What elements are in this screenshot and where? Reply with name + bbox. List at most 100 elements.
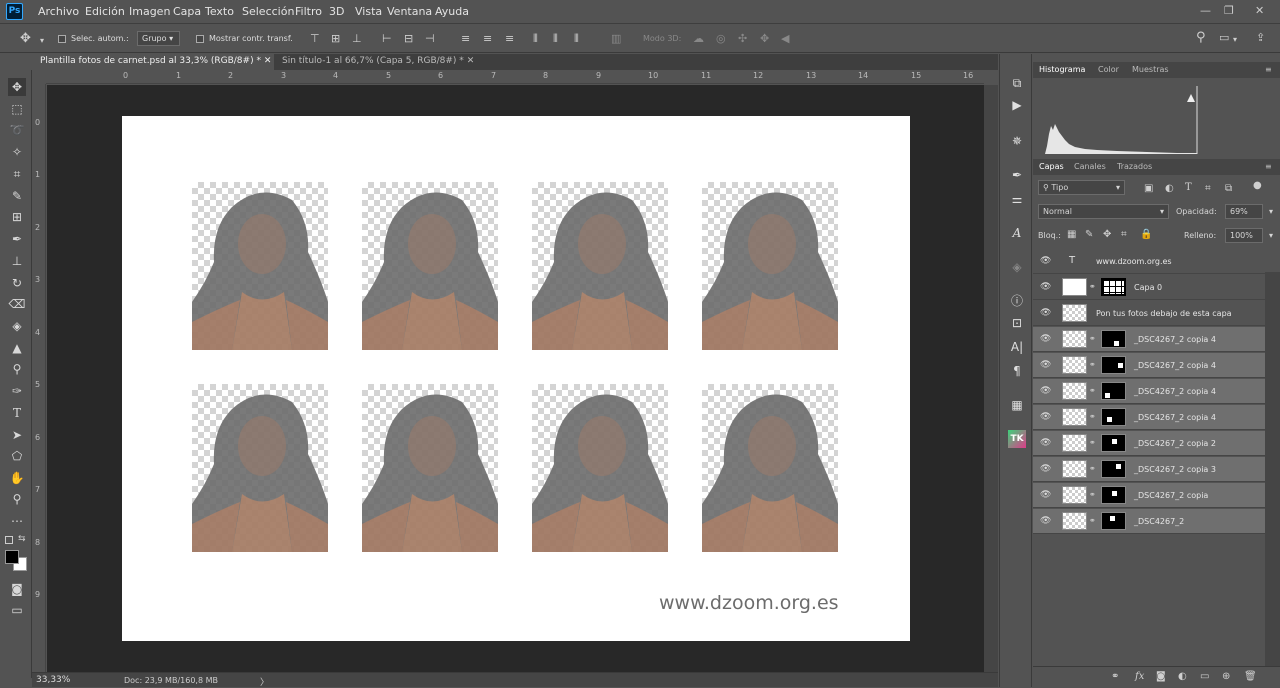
menu-imagen[interactable]: Imagen [129, 5, 170, 18]
glyphs-panel-icon[interactable]: A [1008, 224, 1026, 242]
close-button[interactable]: ✕ [1255, 4, 1264, 17]
blur-tool-icon[interactable]: ▲ [8, 339, 26, 357]
tab-plantilla[interactable]: Plantilla fotos de carnet.psd al 33,3% (… [32, 54, 274, 70]
close-icon[interactable]: ✕ [264, 56, 272, 66]
align-vcenter-icon[interactable]: ⊞ [331, 33, 340, 44]
tab-trazados[interactable]: Trazados [1117, 162, 1152, 171]
search-icon[interactable]: ⚲ [1196, 31, 1206, 44]
warning-triangle-icon[interactable] [1187, 94, 1195, 102]
workspace-icon[interactable]: ▭ [1219, 32, 1229, 43]
paragraph-panel-icon[interactable]: ¶ [1008, 362, 1026, 380]
tk-plugin-icon[interactable]: TK [1008, 430, 1026, 448]
libraries-panel-icon[interactable]: ▦ [1008, 396, 1026, 414]
menu-ayuda[interactable]: Ayuda [435, 5, 469, 18]
visibility-eye-icon[interactable]: 👁 [1040, 464, 1051, 474]
layer-row[interactable]: 👁 ⚭ _DSC4267_2 [1033, 509, 1265, 534]
zoom-level[interactable]: 33,33% [36, 675, 70, 685]
move-tool-icon[interactable]: ✥ [8, 78, 26, 96]
character-panel-icon[interactable]: A| [1008, 338, 1026, 356]
filter-type-icon[interactable]: T [1185, 182, 1192, 193]
3d-panel-icon[interactable]: ◈ [1008, 258, 1026, 276]
filter-smart-object-icon[interactable]: ⧉ [1225, 183, 1232, 194]
menu-edicion[interactable]: Edición [85, 5, 125, 18]
chain-link-icon[interactable]: ⚭ [1089, 386, 1096, 395]
chevron-down-icon[interactable]: ▾ [40, 35, 44, 46]
layer-row[interactable]: 👁 ⚭ _DSC4267_2 copia 3 [1033, 457, 1265, 482]
distribute-top-icon[interactable]: ≡ [461, 33, 470, 44]
lock-position-icon[interactable]: ✥ [1103, 229, 1111, 240]
tab-muestras[interactable]: Muestras [1132, 65, 1169, 74]
lock-transparency-icon[interactable]: ▦ [1067, 229, 1076, 240]
align-left-icon[interactable]: ⊢ [382, 33, 392, 44]
pen-tool-icon[interactable]: ✑ [8, 382, 26, 400]
new-group-icon[interactable]: ▭ [1200, 671, 1209, 682]
stamp-tool-icon[interactable]: ⊥ [8, 252, 26, 270]
more-tools-icon[interactable]: ⋯ [8, 512, 26, 530]
menu-vista[interactable]: Vista [355, 5, 382, 18]
status-menu-arrow[interactable]: 〉 [260, 675, 269, 688]
visibility-eye-icon[interactable]: 👁 [1040, 516, 1051, 526]
layer-row[interactable]: 👁 ⚭ _DSC4267_2 copia [1033, 483, 1265, 508]
compass-panel-icon[interactable]: ✵ [1008, 132, 1026, 150]
lock-artboard-icon[interactable]: ⌗ [1121, 229, 1127, 240]
visibility-eye-icon[interactable]: 👁 [1040, 282, 1051, 292]
fill-input[interactable]: 100% ▾ [1225, 228, 1273, 243]
link-layers-icon[interactable]: ⚭ [1111, 671, 1119, 682]
eraser-tool-icon[interactable]: ⌫ [8, 295, 26, 313]
type-tool-icon[interactable]: T [8, 404, 26, 422]
quick-mask-icon[interactable]: ◙ [8, 580, 26, 598]
visibility-eye-icon[interactable]: 👁 [1040, 308, 1051, 318]
swap-colors-icon[interactable]: ⇆ [18, 534, 26, 544]
lock-image-icon[interactable]: ✎ [1085, 229, 1093, 240]
visibility-eye-icon[interactable]: 👁 [1040, 256, 1051, 266]
visibility-eye-icon[interactable]: 👁 [1040, 438, 1051, 448]
filter-adjustment-icon[interactable]: ◐ [1165, 183, 1174, 194]
distribute-right-icon[interactable]: ⦀ [574, 33, 579, 44]
layers-scrollbar[interactable] [1265, 272, 1280, 666]
properties-panel-icon[interactable]: ⊡ [1008, 314, 1026, 332]
menu-archivo[interactable]: Archivo [38, 5, 79, 18]
chain-link-icon[interactable]: ⚭ [1089, 412, 1096, 421]
layer-row[interactable]: 👁 Twww.dzoom.org.es [1033, 249, 1265, 274]
paint-bucket-tool-icon[interactable]: ◈ [8, 317, 26, 335]
auto-select-checkbox[interactable] [58, 35, 66, 43]
align-bottom-icon[interactable]: ⊥ [352, 33, 362, 44]
hand-tool-icon[interactable]: ✋ [8, 469, 26, 487]
history-brush-tool-icon[interactable]: ↻ [8, 274, 26, 292]
tab-capas[interactable]: Capas [1039, 162, 1064, 171]
canvas-vertical-scrollbar[interactable] [984, 85, 998, 672]
layer-row[interactable]: 👁 ⚭ _DSC4267_2 copia 4 [1033, 405, 1265, 430]
share-icon[interactable]: ⇪ [1256, 32, 1265, 43]
tab-color[interactable]: Color [1098, 65, 1119, 74]
visibility-eye-icon[interactable]: 👁 [1040, 412, 1051, 422]
menu-texto[interactable]: Texto [205, 5, 234, 18]
delete-layer-icon[interactable]: 🗑 [1244, 671, 1257, 682]
layer-row[interactable]: 👁 ⚭ _DSC4267_2 copia 4 [1033, 327, 1265, 352]
chevron-down-icon[interactable]: ▾ [1233, 34, 1237, 45]
menu-ventana[interactable]: Ventana [387, 5, 432, 18]
layer-row[interactable]: 👁 ⚭ _DSC4267_2 copia 4 [1033, 353, 1265, 378]
align-right-icon[interactable]: ⊣ [425, 33, 435, 44]
adjustment-layer-icon[interactable]: ◐ [1178, 671, 1187, 682]
distribute-left-icon[interactable]: ⦀ [533, 33, 538, 44]
close-icon[interactable]: ✕ [467, 56, 475, 66]
tab-histograma[interactable]: Histograma [1039, 65, 1085, 74]
history-panel-icon[interactable]: ⧉ [1008, 74, 1026, 92]
menu-3d[interactable]: 3D [329, 5, 344, 18]
visibility-eye-icon[interactable]: 👁 [1040, 360, 1051, 370]
screen-mode-icon[interactable]: ▭ [8, 601, 26, 619]
chain-link-icon[interactable]: ⚭ [1089, 334, 1096, 343]
tab-canales[interactable]: Canales [1074, 162, 1106, 171]
align-top-icon[interactable]: ⊤ [310, 33, 320, 44]
filter-pixel-icon[interactable]: ▣ [1144, 183, 1153, 194]
slide-3d-icon[interactable]: ✥ [760, 33, 769, 44]
adjustments-icon[interactable]: ⚌ [1008, 190, 1026, 208]
dodge-tool-icon[interactable]: ⚲ [8, 360, 26, 378]
eyedropper-tool-icon[interactable]: ✎ [8, 187, 26, 205]
crop-tool-icon[interactable]: ⌗ [8, 165, 26, 183]
show-transform-checkbox[interactable] [196, 35, 204, 43]
chain-link-icon[interactable]: ⚭ [1089, 516, 1096, 525]
panel-menu-icon[interactable]: ≡ [1265, 65, 1272, 74]
opacity-input[interactable]: 69% ▾ [1225, 204, 1273, 219]
distribute-hcenter-icon[interactable]: ⦀ [553, 33, 558, 44]
